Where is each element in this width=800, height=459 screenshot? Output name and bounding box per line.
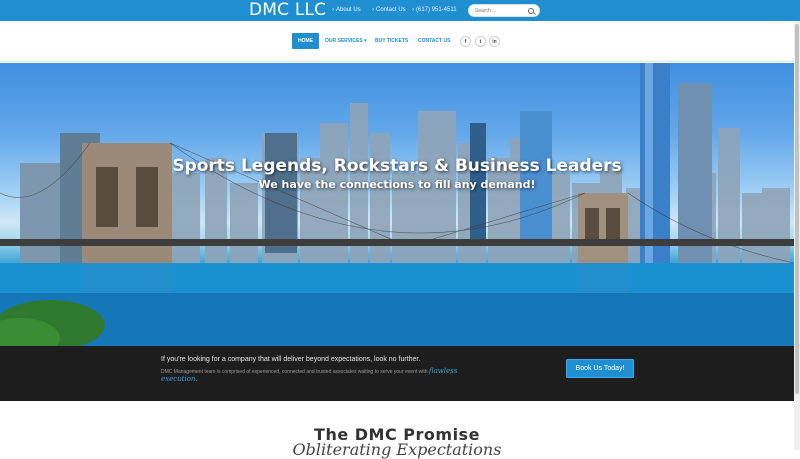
skyline-bridge-image (0, 63, 794, 347)
hero-subtitle: We have the connections to fill any dema… (258, 178, 536, 191)
book-us-button[interactable]: Book Us Today! (566, 359, 634, 378)
cta-description: DMC Management team is comprised of expe… (161, 368, 481, 384)
cta-band: If you're looking for a company that wil… (0, 346, 794, 401)
hero-title: Sports Legends, Rockstars & Business Lea… (172, 156, 622, 176)
scrollbar-thumb[interactable] (795, 24, 799, 394)
brand-logo[interactable]: DMC LLC (249, 0, 326, 21)
phone-link[interactable]: › (617) 951-4511 (412, 0, 457, 21)
facebook-icon[interactable]: f (460, 36, 471, 47)
nav-home[interactable]: HOME (292, 33, 319, 49)
about-link[interactable]: › About Us (332, 0, 361, 21)
chevron-right-icon: › (412, 7, 414, 13)
search-input[interactable] (475, 6, 525, 16)
nav-buy-tickets[interactable]: BUY TICKETS (369, 33, 414, 49)
linkedin-icon[interactable]: in (489, 36, 500, 47)
cta-description-text: DMC Management team is comprised of expe… (161, 369, 428, 375)
chevron-right-icon: › (332, 7, 334, 13)
cta-headline: If you're looking for a company that wil… (161, 356, 421, 363)
hero-banner: Sports Legends, Rockstars & Business Lea… (0, 63, 794, 347)
top-bar: DMC LLC › About Us › Contact Us › (617) 951… (0, 0, 800, 21)
nav-contact-us[interactable]: CONTACT US (412, 33, 456, 49)
main-nav: HOME OUR SERVICES ▾ BUY TICKETS CONTACT … (0, 21, 800, 62)
contact-link-label: Contact Us (376, 7, 406, 13)
phone-link-label: (617) 951-4511 (416, 7, 457, 13)
twitter-icon[interactable]: t (475, 36, 486, 47)
search-icon[interactable] (528, 8, 534, 14)
nav-our-services[interactable]: OUR SERVICES ▾ (319, 33, 373, 49)
contact-link[interactable]: › Contact Us (372, 0, 406, 21)
about-link-label: About Us (336, 7, 361, 13)
chevron-right-icon: › (372, 7, 374, 13)
search-box (468, 4, 540, 17)
